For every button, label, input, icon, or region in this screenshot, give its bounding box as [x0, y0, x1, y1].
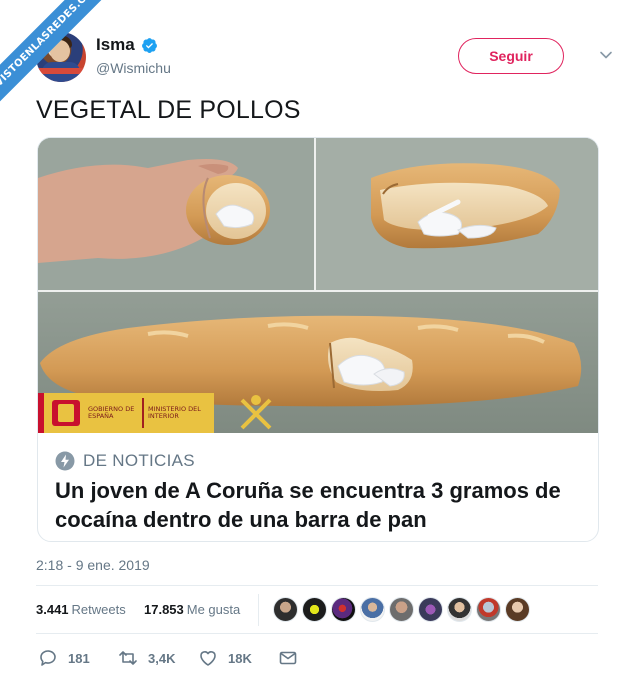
- likes-count: 17.853: [144, 602, 184, 617]
- author-handle[interactable]: @Wismichu: [96, 60, 171, 76]
- lightning-bolt-icon: [55, 451, 75, 471]
- liker-avatar[interactable]: [273, 597, 298, 622]
- retweets-count: 3.441: [36, 602, 69, 617]
- liker-avatar[interactable]: [389, 597, 414, 622]
- liker-avatar[interactable]: [360, 597, 385, 622]
- engagement-stats: 3.441 Retweets 17.853 Me gusta: [36, 585, 598, 634]
- direct-message-button[interactable]: [278, 648, 298, 668]
- heart-icon: [200, 651, 216, 666]
- liker-avatar[interactable]: [331, 597, 356, 622]
- card-image[interactable]: GOBIERNO DE ESPAÑA MINISTERIO DEL INTERI…: [38, 138, 598, 433]
- card-title[interactable]: Un joven de A Coruña se encuentra 3 gram…: [55, 476, 595, 534]
- retweets-stat[interactable]: 3.441 Retweets: [36, 602, 126, 617]
- liker-avatar[interactable]: [447, 597, 472, 622]
- bread-photo: [38, 138, 598, 433]
- tweet-header: Isma @Wismichu Seguir: [36, 32, 619, 82]
- ministerio-logo-text: MINISTERIO DEL INTERIOR: [148, 405, 201, 420]
- reply-icon: [40, 650, 56, 666]
- chevron-down-icon[interactable]: [599, 48, 613, 62]
- retweet-button[interactable]: 3,4K: [118, 648, 175, 668]
- likes-label: Me gusta: [186, 602, 241, 617]
- liker-avatar[interactable]: [505, 597, 530, 622]
- liker-avatars: [273, 597, 530, 622]
- author-name-row[interactable]: Isma: [96, 35, 158, 55]
- card-source: DE NOTICIAS: [83, 451, 195, 470]
- card-source-row: DE NOTICIAS: [55, 451, 195, 471]
- retweet-count: 3,4K: [148, 650, 176, 666]
- reply-button[interactable]: 181: [38, 648, 90, 668]
- like-count: 18K: [228, 650, 252, 666]
- tweet-actions: 181 3,4K 18K: [36, 646, 336, 670]
- reply-count: 181: [68, 650, 90, 666]
- author-name[interactable]: Isma: [96, 35, 135, 55]
- likes-stat[interactable]: 17.853 Me gusta: [144, 602, 240, 617]
- like-button[interactable]: 18K: [198, 648, 252, 668]
- liker-avatar[interactable]: [418, 597, 443, 622]
- gobierno-logo-text: GOBIERNO DE ESPAÑA: [88, 405, 135, 420]
- retweet-icon: [119, 651, 137, 665]
- envelope-icon: [279, 651, 297, 665]
- verified-badge-icon: [141, 37, 157, 53]
- tweet-text: VEGETAL DE POLLOS: [36, 96, 301, 124]
- liker-avatar[interactable]: [476, 597, 501, 622]
- follow-button[interactable]: Seguir: [458, 38, 564, 74]
- retweets-label: Retweets: [71, 602, 126, 617]
- tweet-timestamp[interactable]: 2:18 - 9 ene. 2019: [36, 557, 150, 573]
- stats-divider: [258, 594, 259, 626]
- link-card[interactable]: GOBIERNO DE ESPAÑA MINISTERIO DEL INTERI…: [37, 137, 599, 542]
- liker-avatar[interactable]: [302, 597, 327, 622]
